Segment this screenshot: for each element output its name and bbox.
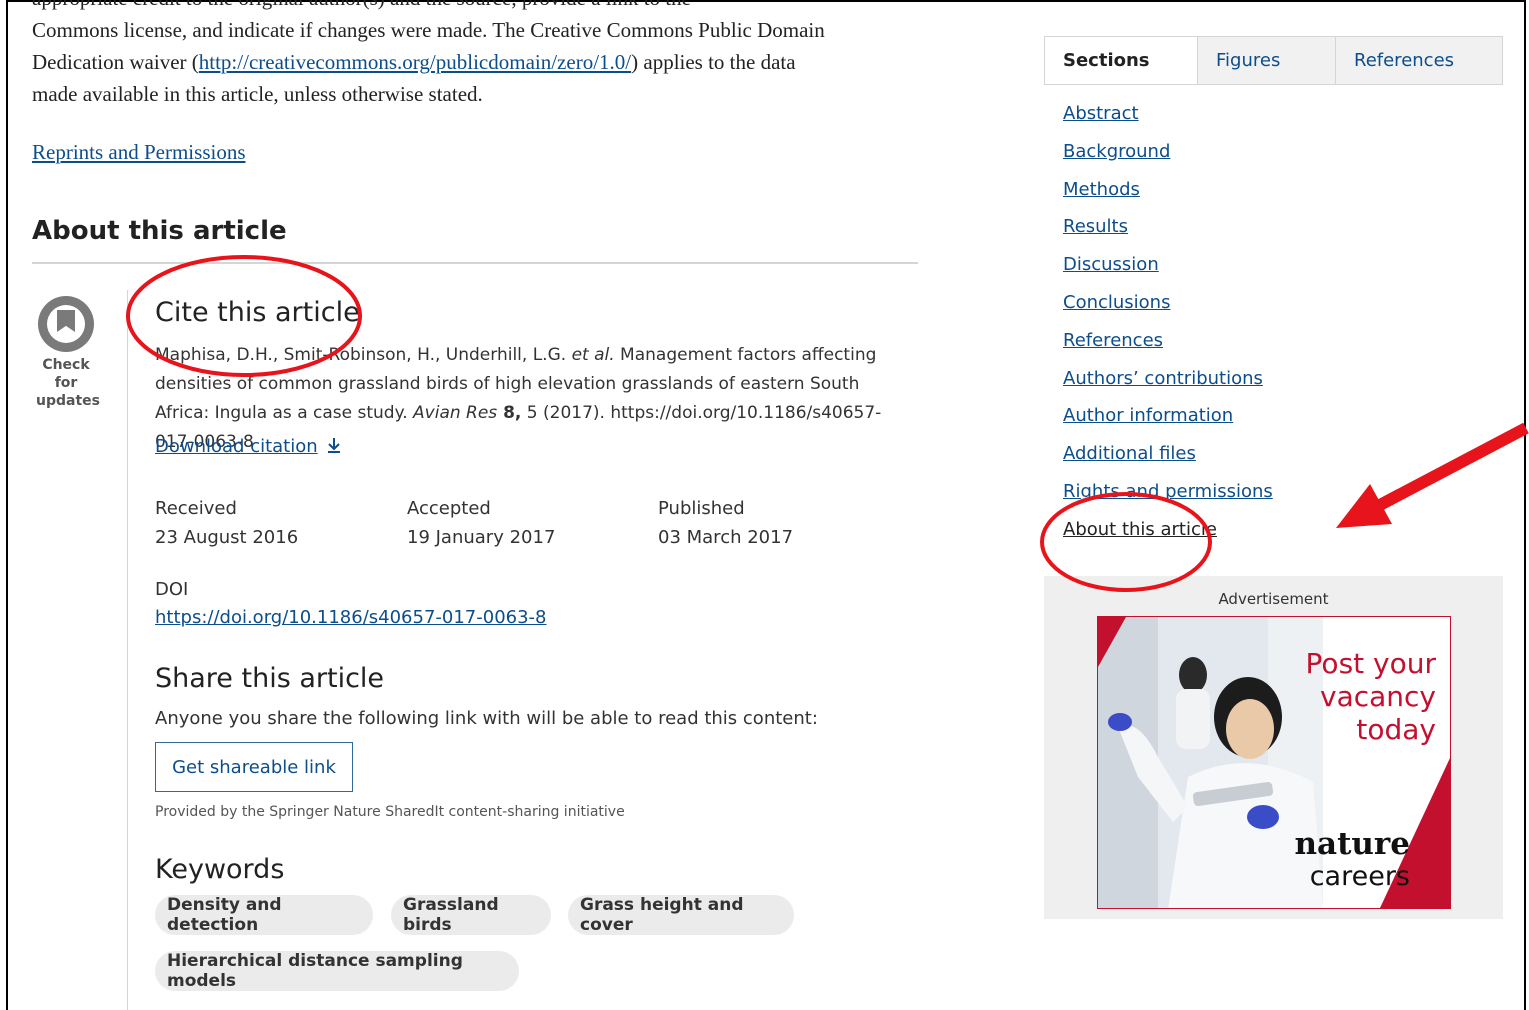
toc-about-this-article[interactable]: About this article [1063, 517, 1273, 555]
license-line-2: Dedication waiver (http://creativecommon… [32, 46, 922, 78]
accepted-date: 19 January 2017 [407, 527, 556, 548]
ad-headline-line-2: vacancy [1320, 680, 1436, 713]
doi-link[interactable]: https://doi.org/10.1186/s40657-017-0063-… [155, 607, 547, 628]
divider [32, 262, 918, 264]
keyword-chip[interactable]: Density and detection [155, 895, 373, 935]
tab-references[interactable]: References [1335, 37, 1502, 84]
toc-abstract[interactable]: Abstract [1063, 101, 1273, 139]
citation-journal: Avian Res [413, 403, 498, 423]
license-cut-line: appropriate credit to the original autho… [32, 0, 691, 11]
cc-zero-link[interactable]: http://creativecommons.org/publicdomain/… [199, 50, 631, 74]
toc-results[interactable]: Results [1063, 214, 1273, 252]
scientist-photo [1098, 617, 1323, 908]
advertisement: Advertisement Post your vacancy today na… [1044, 576, 1503, 919]
keyword-chip[interactable]: Grass height and cover [568, 895, 794, 935]
citation-authors: Maphisa, D.H., Smit-Robinson, H., Underh… [155, 345, 572, 365]
toc-references[interactable]: References [1063, 328, 1273, 366]
advertisement-label: Advertisement [1218, 590, 1329, 608]
toc-methods[interactable]: Methods [1063, 177, 1273, 215]
received-label: Received [155, 498, 237, 519]
toc-background[interactable]: Background [1063, 139, 1273, 177]
share-description: Anyone you share the following link with… [155, 708, 818, 729]
license-line-2-pre: Dedication waiver ( [32, 50, 199, 74]
tab-figures[interactable]: Figures [1197, 37, 1335, 84]
divider-vertical [127, 290, 128, 1010]
download-icon [328, 438, 341, 453]
section-nav: Abstract Background Methods Results Disc… [1063, 101, 1273, 555]
sidebar-tabs: Sections Figures References [1044, 36, 1503, 85]
share-heading: Share this article [155, 663, 385, 694]
ad-headline-line-3: today [1356, 713, 1436, 746]
keywords-heading: Keywords [155, 854, 285, 885]
check-for-updates-badge[interactable]: Check for updates [36, 296, 100, 410]
get-shareable-link-button[interactable]: Get shareable link [155, 742, 353, 792]
license-line-1: Commons license, and indicate if changes… [32, 18, 825, 42]
tab-sections[interactable]: Sections [1045, 37, 1197, 84]
citation-et-al: et al. [571, 345, 615, 365]
keyword-chip[interactable]: Hierarchical distance sampling models [155, 951, 519, 991]
nature-careers-banner[interactable]: Post your vacancy today nature careers [1097, 616, 1451, 909]
citation-volume: 8, [497, 403, 522, 423]
toc-rights-permissions[interactable]: Rights and permissions [1063, 479, 1273, 517]
bookmark-icon [38, 296, 94, 352]
published-date: 03 March 2017 [658, 527, 794, 548]
keyword-chip[interactable]: Grassland birds [391, 895, 551, 935]
careers-logo: careers [1309, 861, 1410, 892]
toc-additional-files[interactable]: Additional files [1063, 441, 1273, 479]
nature-logo: nature [1294, 826, 1410, 862]
toc-discussion[interactable]: Discussion [1063, 252, 1273, 290]
cite-heading: Cite this article [155, 297, 360, 328]
download-citation-link[interactable]: Download citation [155, 436, 341, 457]
published-block: Published 03 March 2017 [658, 494, 793, 552]
license-line-2-post: ) applies to the data [631, 50, 796, 74]
about-heading: About this article [32, 216, 287, 246]
toc-authors-contributions[interactable]: Authors’ contributions [1063, 366, 1273, 404]
toc-author-information[interactable]: Author information [1063, 403, 1273, 441]
accepted-block: Accepted 19 January 2017 [407, 494, 555, 552]
received-block: Received 23 August 2016 [155, 494, 298, 552]
published-label: Published [658, 498, 745, 519]
toc-conclusions[interactable]: Conclusions [1063, 290, 1273, 328]
download-citation-label: Download citation [155, 436, 318, 457]
doi-label: DOI [155, 579, 189, 600]
license-text: Commons license, and indicate if changes… [32, 14, 922, 110]
ad-red-corner-top [1098, 617, 1126, 667]
received-date: 23 August 2016 [155, 527, 299, 548]
license-line-3: made available in this article, unless o… [32, 82, 483, 106]
sharedit-note: Provided by the Springer Nature SharedIt… [155, 804, 625, 820]
ad-headline: Post your vacancy today [1306, 647, 1436, 746]
reprints-permissions-link[interactable]: Reprints and Permissions [32, 140, 246, 165]
ad-headline-line-1: Post your [1305, 647, 1436, 680]
check-for-updates-label: Check for updates [36, 357, 100, 409]
accepted-label: Accepted [407, 498, 491, 519]
